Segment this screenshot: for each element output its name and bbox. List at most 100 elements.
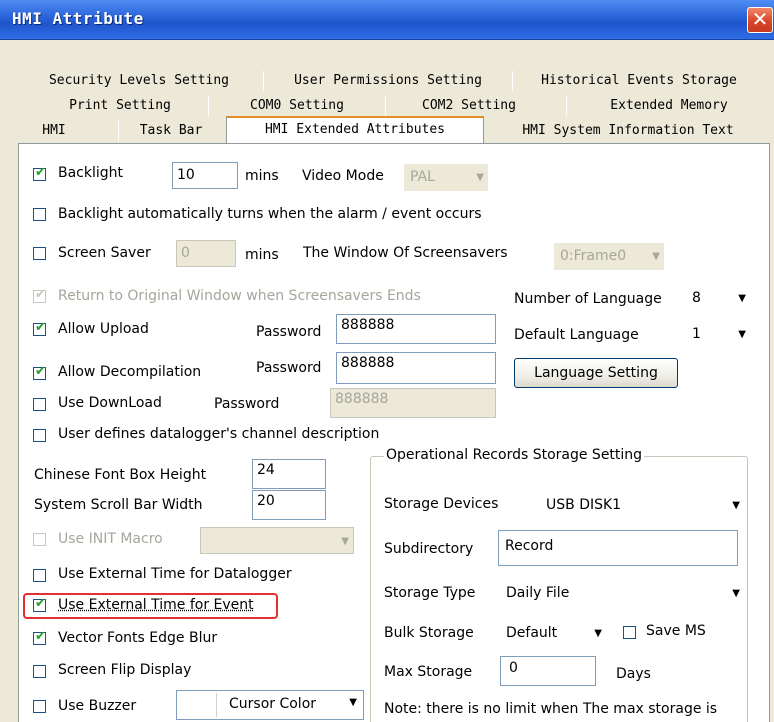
allow-upload-checkbox[interactable]: ✔ bbox=[33, 320, 46, 336]
tab-com2-setting[interactable]: COM2 Setting bbox=[394, 95, 544, 117]
save-ms-checkbox[interactable] bbox=[623, 626, 636, 639]
allow-decompilation-checkbox[interactable]: ✔ bbox=[33, 364, 46, 380]
chevron-down-icon: ▼ bbox=[738, 329, 746, 340]
chevron-down-icon: ▼ bbox=[341, 536, 349, 547]
ext-time-event-checkbox[interactable]: ✔ bbox=[33, 596, 46, 612]
vector-fonts-checkbox[interactable]: ✔ bbox=[33, 629, 46, 645]
tab-divider bbox=[118, 121, 119, 141]
allow-upload-label: Allow Upload bbox=[58, 321, 149, 337]
language-setting-button[interactable]: Language Setting bbox=[514, 358, 678, 388]
number-of-language-label: Number of Language bbox=[514, 291, 662, 307]
tab-user-permissions[interactable]: User Permissions Setting bbox=[268, 70, 508, 92]
screen-saver-unit: mins bbox=[245, 247, 279, 263]
use-download-checkbox[interactable] bbox=[33, 398, 46, 411]
max-storage-input[interactable]: 0 bbox=[500, 656, 596, 686]
check-icon: ✔ bbox=[35, 320, 46, 335]
chevron-down-icon: ▼ bbox=[738, 293, 746, 304]
cursor-color-picker[interactable]: Cursor Color ▼ bbox=[176, 690, 364, 720]
tab-task-bar[interactable]: Task Bar bbox=[124, 120, 218, 142]
upload-password-input[interactable]: 888888 bbox=[336, 314, 496, 344]
check-icon: ✔ bbox=[35, 629, 46, 644]
download-password-label: Password bbox=[214, 396, 280, 412]
dialog-window: HMI Attribute ✕ Security Levels Setting … bbox=[0, 0, 774, 722]
datalogger-channel-checkbox[interactable] bbox=[33, 429, 46, 442]
chevron-down-icon: ▼ bbox=[594, 628, 602, 639]
window-of-screensavers-select[interactable]: 0:Frame0 ▼ bbox=[554, 243, 664, 270]
tab-print-setting[interactable]: Print Setting bbox=[40, 95, 200, 117]
chinese-font-height-input[interactable]: 24 bbox=[252, 459, 326, 489]
default-language-label: Default Language bbox=[514, 327, 639, 343]
chevron-down-icon: ▼ bbox=[732, 500, 740, 511]
save-ms-label: Save MS bbox=[646, 623, 706, 639]
scroll-bar-width-input[interactable]: 20 bbox=[252, 490, 326, 520]
video-mode-select[interactable]: PAL ▼ bbox=[404, 164, 488, 191]
tab-hmi-extended-attributes[interactable]: HMI Extended Attributes bbox=[226, 116, 484, 144]
use-init-macro-label: Use INIT Macro bbox=[58, 531, 163, 547]
tab-com0-setting[interactable]: COM0 Setting bbox=[220, 95, 374, 117]
max-storage-unit: Days bbox=[616, 666, 651, 682]
tab-divider bbox=[208, 96, 209, 116]
cursor-color-label: Cursor Color bbox=[229, 696, 317, 712]
check-icon: ✔ bbox=[35, 364, 46, 379]
tab-hmi-system-info[interactable]: HMI System Information Text bbox=[492, 120, 764, 142]
title-bar[interactable]: HMI Attribute ✕ bbox=[0, 0, 774, 40]
close-icon: ✕ bbox=[751, 7, 769, 31]
close-button[interactable]: ✕ bbox=[747, 7, 773, 33]
video-mode-label: Video Mode bbox=[302, 168, 384, 184]
init-macro-select[interactable]: ▼ bbox=[200, 527, 354, 554]
backlight-checkbox[interactable]: ✔ bbox=[33, 165, 46, 181]
datalogger-channel-label: User defines datalogger's channel descri… bbox=[58, 426, 380, 442]
subdirectory-input[interactable]: Record bbox=[498, 530, 738, 566]
scroll-bar-width-label: System Scroll Bar Width bbox=[34, 497, 203, 513]
chevron-down-icon: ▼ bbox=[652, 251, 660, 262]
backlight-alarm-label: Backlight automatically turns when the a… bbox=[58, 206, 482, 222]
download-password-input[interactable]: 888888 bbox=[330, 388, 496, 418]
use-buzzer-label: Use Buzzer bbox=[58, 698, 137, 714]
storage-devices-label: Storage Devices bbox=[384, 496, 499, 512]
screen-saver-minutes-input[interactable]: 0 bbox=[176, 240, 236, 267]
vector-fonts-label: Vector Fonts Edge Blur bbox=[58, 630, 218, 646]
check-icon: ✔ bbox=[35, 165, 46, 180]
screen-flip-checkbox[interactable] bbox=[33, 665, 46, 678]
number-of-language-select[interactable]: 8 ▼ bbox=[686, 285, 750, 312]
use-download-label: Use DownLoad bbox=[58, 395, 162, 411]
bulk-storage-select[interactable]: Default ▼ bbox=[500, 620, 606, 647]
window-title: HMI Attribute bbox=[12, 9, 144, 28]
tab-historical-events[interactable]: Historical Events Storage bbox=[516, 70, 762, 92]
backlight-label: Backlight bbox=[58, 165, 124, 181]
use-buzzer-checkbox[interactable] bbox=[33, 700, 46, 713]
subdirectory-label: Subdirectory bbox=[384, 541, 474, 557]
tab-extended-memory[interactable]: Extended Memory bbox=[584, 95, 754, 117]
screen-saver-checkbox[interactable] bbox=[33, 247, 46, 260]
decompilation-password-label: Password bbox=[256, 360, 322, 376]
ext-time-datalogger-label: Use External Time for Datalogger bbox=[58, 566, 292, 582]
chevron-down-icon: ▼ bbox=[732, 588, 740, 599]
allow-decompilation-label: Allow Decompilation bbox=[58, 364, 202, 380]
bulk-storage-label: Bulk Storage bbox=[384, 625, 474, 641]
tab-security-levels[interactable]: Security Levels Setting bbox=[20, 70, 258, 92]
backlight-minutes-input[interactable]: 10 bbox=[172, 162, 238, 189]
tab-divider bbox=[512, 71, 513, 91]
tab-divider bbox=[566, 96, 567, 116]
tab-divider bbox=[385, 96, 386, 116]
storage-type-label: Storage Type bbox=[384, 585, 476, 601]
backlight-alarm-checkbox[interactable] bbox=[33, 208, 46, 221]
tab-hmi[interactable]: HMI bbox=[26, 120, 82, 142]
return-original-label: Return to Original Window when Screensav… bbox=[58, 288, 421, 304]
return-original-checkbox[interactable]: ✔ bbox=[33, 287, 46, 303]
ext-time-datalogger-checkbox[interactable] bbox=[33, 569, 46, 582]
chinese-font-height-label: Chinese Font Box Height bbox=[34, 467, 207, 483]
storage-devices-select[interactable]: USB DISK1 ▼ bbox=[536, 492, 744, 519]
check-icon: ✔ bbox=[35, 287, 46, 302]
window-of-screensavers-label: The Window Of Screensavers bbox=[303, 245, 508, 261]
decompilation-password-input[interactable]: 888888 bbox=[336, 352, 496, 384]
storage-note: Note: there is no limit when The max sto… bbox=[384, 701, 718, 717]
default-language-select[interactable]: 1 ▼ bbox=[686, 321, 750, 348]
upload-password-label: Password bbox=[256, 324, 322, 340]
check-icon: ✔ bbox=[35, 596, 46, 611]
storage-group-title: Operational Records Storage Setting bbox=[384, 447, 645, 463]
storage-type-select[interactable]: Daily File ▼ bbox=[500, 580, 744, 607]
ext-time-event-label: Use External Time for Event bbox=[58, 597, 254, 613]
use-init-macro-checkbox[interactable] bbox=[33, 533, 46, 546]
backlight-unit: mins bbox=[245, 168, 279, 184]
